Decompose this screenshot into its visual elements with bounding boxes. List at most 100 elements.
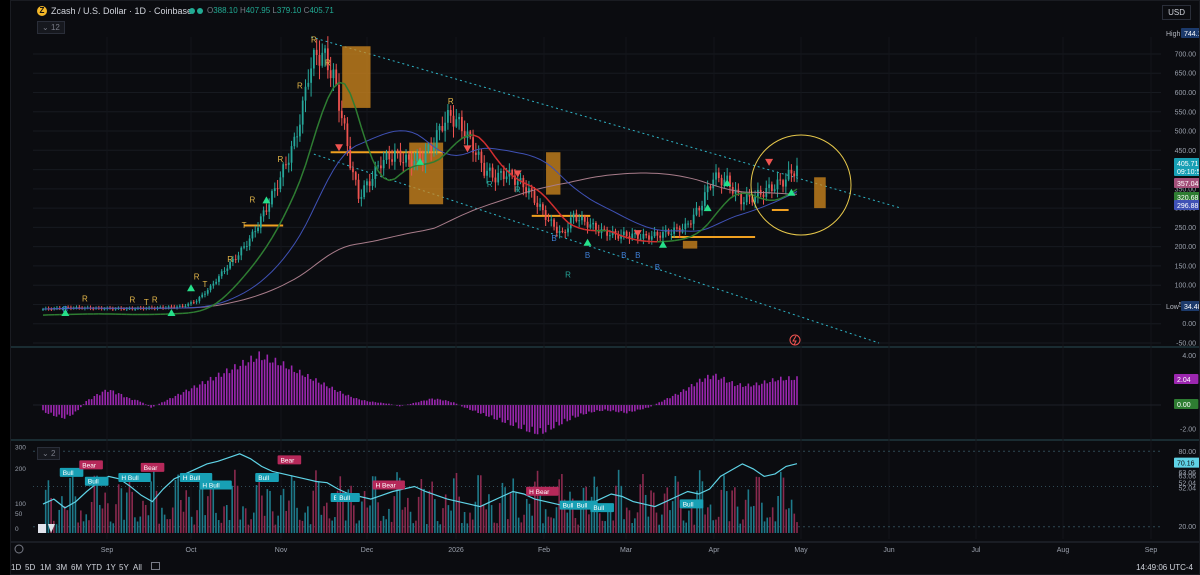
volume-bar[interactable]: [517, 517, 520, 533]
histogram-bar[interactable]: [352, 398, 355, 406]
candle-body[interactable]: [167, 306, 170, 308]
volume-bar[interactable]: [647, 516, 650, 533]
histogram-bar[interactable]: [312, 380, 315, 406]
volume-bar[interactable]: [198, 489, 201, 533]
histogram-bar[interactable]: [261, 360, 263, 406]
candle-body[interactable]: [687, 223, 689, 225]
volume-bar[interactable]: [334, 517, 336, 533]
histogram-bar[interactable]: [634, 405, 636, 412]
volume-bar[interactable]: [501, 482, 504, 533]
histogram-bar[interactable]: [712, 375, 715, 406]
volume-bar[interactable]: [588, 514, 590, 533]
candle-body[interactable]: [240, 247, 243, 256]
volume-bar[interactable]: [496, 523, 498, 533]
volume-bar[interactable]: [166, 519, 169, 533]
volume-bar[interactable]: [547, 516, 550, 533]
histogram-bar[interactable]: [707, 374, 709, 406]
histogram-bar[interactable]: [528, 405, 531, 433]
histogram-bar[interactable]: [252, 361, 255, 406]
volume-bar[interactable]: [263, 515, 266, 533]
histogram-bar[interactable]: [555, 405, 558, 422]
histogram-bar[interactable]: [377, 402, 379, 406]
histogram-bar[interactable]: [396, 405, 398, 406]
candle-body[interactable]: [754, 196, 757, 203]
histogram-bar[interactable]: [525, 405, 528, 432]
volume-bar[interactable]: [658, 524, 660, 533]
histogram-bar[interactable]: [620, 405, 623, 412]
volume-bar[interactable]: [671, 501, 674, 533]
candle-body[interactable]: [768, 184, 770, 188]
candle-body[interactable]: [483, 162, 486, 176]
volume-bar[interactable]: [377, 502, 379, 533]
histogram-bar[interactable]: [461, 405, 463, 407]
histogram-bar[interactable]: [747, 383, 750, 406]
histogram-bar[interactable]: [82, 404, 85, 406]
candle-body[interactable]: [692, 214, 695, 224]
candle-body[interactable]: [438, 126, 441, 131]
candle-body[interactable]: [204, 293, 206, 295]
histogram-bar[interactable]: [480, 405, 482, 414]
calendar-icon[interactable]: [151, 562, 160, 570]
candle-body[interactable]: [790, 169, 793, 174]
histogram-bar[interactable]: [644, 405, 647, 408]
volume-bar[interactable]: [661, 514, 663, 533]
volume-bar[interactable]: [131, 491, 133, 533]
histogram-bar[interactable]: [552, 405, 555, 429]
candle-body[interactable]: [486, 170, 488, 176]
histogram-bar[interactable]: [682, 389, 685, 406]
histogram-bar[interactable]: [398, 405, 401, 407]
histogram-bar[interactable]: [407, 404, 409, 406]
histogram-bar[interactable]: [788, 376, 790, 406]
volume-bar[interactable]: [177, 474, 179, 533]
histogram-bar[interactable]: [539, 405, 542, 429]
volume-bar[interactable]: [261, 495, 263, 533]
candle-body[interactable]: [709, 186, 712, 189]
volume-bar[interactable]: [755, 476, 758, 533]
candle-body[interactable]: [622, 231, 625, 235]
candle-body[interactable]: [170, 306, 173, 308]
histogram-bar[interactable]: [109, 390, 112, 406]
histogram-bar[interactable]: [582, 405, 585, 415]
volume-bar[interactable]: [750, 506, 752, 533]
volume-bar[interactable]: [366, 507, 369, 533]
volume-bar[interactable]: [325, 502, 328, 533]
histogram-bar[interactable]: [269, 362, 271, 406]
volume-bar[interactable]: [655, 512, 658, 533]
volume-bar[interactable]: [174, 479, 177, 533]
histogram-bar[interactable]: [604, 405, 606, 410]
candle-body[interactable]: [550, 219, 553, 221]
range-6m[interactable]: 6M: [71, 563, 82, 572]
volume-bar[interactable]: [474, 501, 477, 533]
histogram-bar[interactable]: [563, 405, 566, 419]
histogram-bar[interactable]: [107, 391, 109, 406]
histogram-bar[interactable]: [115, 394, 117, 406]
histogram-bar[interactable]: [720, 378, 723, 406]
histogram-bar[interactable]: [415, 402, 417, 406]
candle-body[interactable]: [460, 116, 463, 132]
histogram-bar[interactable]: [663, 399, 666, 406]
candle-body[interactable]: [276, 188, 279, 190]
volume-bar[interactable]: [650, 490, 652, 533]
histogram-bar[interactable]: [280, 365, 282, 406]
candle-body[interactable]: [285, 164, 287, 166]
volume-bar[interactable]: [604, 521, 606, 533]
histogram-bar[interactable]: [658, 402, 660, 406]
candle-body[interactable]: [435, 130, 438, 148]
volume-bar[interactable]: [307, 506, 309, 533]
histogram-bar[interactable]: [742, 386, 744, 406]
histogram-bar[interactable]: [128, 398, 131, 406]
histogram-bar[interactable]: [150, 405, 152, 408]
candle-body[interactable]: [720, 177, 723, 186]
histogram-bar[interactable]: [136, 400, 139, 406]
volume-bar[interactable]: [582, 487, 585, 533]
sell-triangle[interactable]: [463, 145, 472, 153]
histogram-bar[interactable]: [158, 403, 161, 406]
histogram-bar[interactable]: [177, 393, 179, 406]
volume-bar[interactable]: [409, 511, 412, 533]
volume-bar[interactable]: [515, 492, 517, 533]
volume-bar[interactable]: [393, 496, 396, 533]
volume-bar[interactable]: [417, 496, 420, 533]
histogram-bar[interactable]: [550, 405, 552, 430]
histogram-bar[interactable]: [134, 399, 136, 406]
histogram-bar[interactable]: [198, 384, 201, 406]
